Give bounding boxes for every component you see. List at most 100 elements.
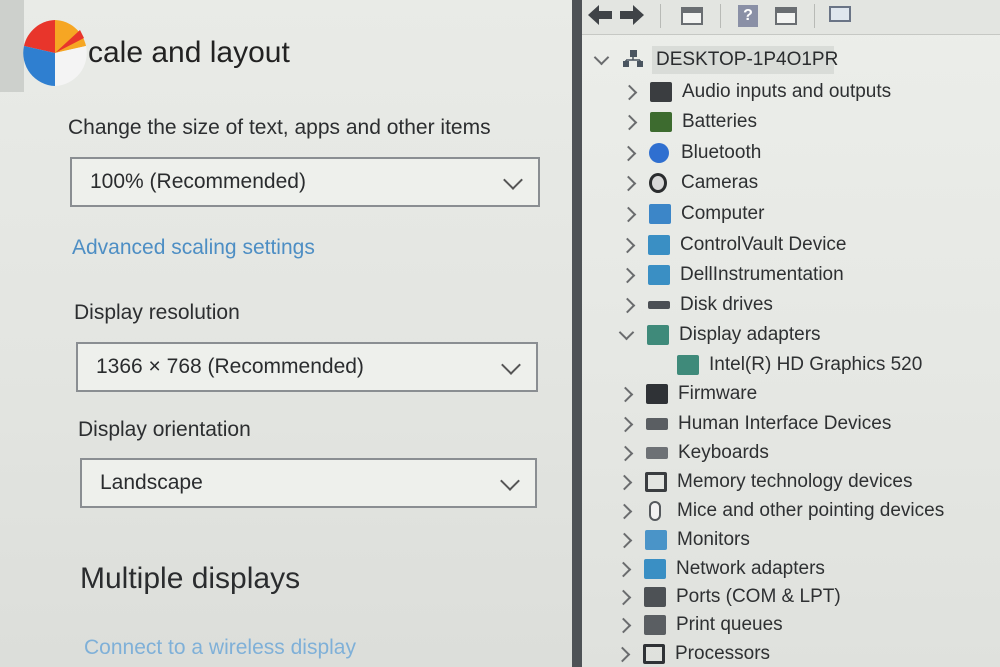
chevron-down-icon <box>503 170 523 190</box>
tree-category[interactable]: Firmware <box>582 380 1000 408</box>
tree-category[interactable]: Display adapters <box>582 321 1000 349</box>
properties-panel-icon[interactable] <box>678 2 706 28</box>
tree-category[interactable]: Network adapters <box>582 555 1000 583</box>
expander-right-icon[interactable] <box>620 175 637 192</box>
display-settings-pane: cale and layout Change the size of text,… <box>0 0 572 667</box>
expander-right-icon[interactable] <box>619 267 636 284</box>
tree-item-label: Ports (COM & LPT) <box>676 586 841 607</box>
tree-category[interactable]: Print queues <box>582 611 1000 639</box>
tree-item-label: Monitors <box>677 529 750 550</box>
expander-right-icon[interactable] <box>620 206 637 223</box>
tree-item-label: Network adapters <box>676 558 825 579</box>
monitor-icon <box>645 530 667 550</box>
printer-icon <box>644 615 666 635</box>
expander-right-icon[interactable] <box>616 474 633 491</box>
tree-item-label: Firmware <box>678 383 758 404</box>
orientation-dropdown[interactable]: Landscape <box>80 458 537 508</box>
hid-icon <box>646 418 668 430</box>
expander-right-icon[interactable] <box>621 114 638 131</box>
scale-dropdown[interactable]: 100% (Recommended) <box>70 157 540 207</box>
multiple-displays-heading: Multiple displays <box>80 562 301 595</box>
tree-category[interactable]: Batteries <box>582 108 1000 136</box>
resolution-label: Display resolution <box>74 301 240 324</box>
app-logo-icon <box>23 20 87 86</box>
window-divider <box>572 0 582 667</box>
back-icon[interactable] <box>586 2 614 28</box>
wireless-display-link[interactable]: Connect to a wireless display <box>84 636 356 660</box>
toolbar-separator <box>720 4 721 28</box>
expander-right-icon[interactable] <box>620 145 637 162</box>
bluetooth-icon <box>649 143 669 163</box>
tree-category[interactable]: Bluetooth <box>582 139 1000 167</box>
toolbar-separator <box>660 4 661 28</box>
tree-category[interactable]: Monitors <box>582 526 1000 554</box>
tree-category[interactable]: Memory technology devices <box>582 468 1000 496</box>
expander-right-icon[interactable] <box>617 416 634 433</box>
expander-right-icon[interactable] <box>615 617 632 634</box>
forward-icon[interactable] <box>618 2 646 28</box>
tree-item-label: Batteries <box>682 111 757 132</box>
battery-icon <box>650 112 672 132</box>
expander-down-icon[interactable] <box>618 324 635 341</box>
expander-right-icon[interactable] <box>615 589 632 606</box>
toolbar: ? <box>582 0 1000 35</box>
device-manager-pane: ? DESKTOP-1P4O1PR Audio inputs and outpu… <box>582 0 1000 667</box>
tree-category[interactable]: Computer <box>582 200 1000 228</box>
view-panel-icon[interactable] <box>772 2 800 28</box>
speaker-icon <box>650 82 672 102</box>
scan-hardware-icon[interactable] <box>826 2 854 28</box>
tree-item-label: Computer <box>681 203 765 224</box>
expander-right-icon[interactable] <box>619 237 636 254</box>
tree-category[interactable]: Human Interface Devices <box>582 410 1000 438</box>
memory-icon <box>645 472 667 492</box>
tree-item-label: Processors <box>675 643 771 664</box>
tree-category[interactable]: Audio inputs and outputs <box>582 78 1000 106</box>
advanced-scaling-link[interactable]: Advanced scaling settings <box>72 236 315 260</box>
tree-device-item[interactable]: Intel(R) HD Graphics 520 <box>582 351 1000 379</box>
expander-right-icon[interactable] <box>621 84 638 101</box>
tree-category[interactable]: Keyboards <box>582 439 1000 467</box>
resolution-dropdown[interactable]: 1366 × 768 (Recommended) <box>76 342 538 392</box>
display-adapter-icon <box>647 325 669 345</box>
tree-category[interactable]: DellInstrumentation <box>582 261 1000 289</box>
port-icon <box>644 587 666 607</box>
scale-label: Change the size of text, apps and other … <box>68 116 491 139</box>
resolution-value: 1366 × 768 (Recommended) <box>96 355 364 378</box>
tree-item-label: Bluetooth <box>681 142 762 163</box>
processor-icon <box>643 644 665 664</box>
expander-right-icon[interactable] <box>617 386 634 403</box>
toolbar-separator <box>814 4 815 28</box>
tree-root[interactable]: DESKTOP-1P4O1PR <box>582 46 1000 74</box>
tree-category[interactable]: Processors <box>582 640 1000 667</box>
chevron-down-icon <box>500 471 520 491</box>
expander-right-icon[interactable] <box>617 445 634 462</box>
tree-item-label: Print queues <box>676 614 783 635</box>
orientation-value: Landscape <box>100 471 203 494</box>
expander-right-icon[interactable] <box>614 646 631 663</box>
tree-item-label: Disk drives <box>680 294 773 315</box>
expander-right-icon[interactable] <box>616 532 633 549</box>
tree-item-label: Display adapters <box>679 324 821 345</box>
mouse-icon <box>649 501 661 521</box>
tree-category[interactable]: Disk drives <box>582 291 1000 319</box>
expander-right-icon[interactable] <box>619 297 636 314</box>
expander-down-icon[interactable] <box>593 49 610 66</box>
camera-icon <box>649 173 667 193</box>
tree-item-label: Memory technology devices <box>677 471 913 492</box>
network-monitor-icon <box>648 235 670 255</box>
help-icon[interactable]: ? <box>734 2 762 28</box>
tree-item-label: Keyboards <box>678 442 769 463</box>
tree-item-label: ControlVault Device <box>680 234 847 255</box>
network-monitor-icon <box>644 559 666 579</box>
root-label: DESKTOP-1P4O1PR <box>656 49 839 70</box>
tree-category[interactable]: Cameras <box>582 169 1000 197</box>
expander-right-icon[interactable] <box>616 503 633 520</box>
chip-icon <box>646 384 668 404</box>
tree-category[interactable]: Ports (COM & LPT) <box>582 583 1000 611</box>
tree-category[interactable]: ControlVault Device <box>582 231 1000 259</box>
scale-value: 100% (Recommended) <box>90 170 306 193</box>
expander-right-icon[interactable] <box>615 561 632 578</box>
tree-category[interactable]: Mice and other pointing devices <box>582 497 1000 525</box>
computer-icon <box>649 204 671 224</box>
computer-root-icon <box>623 50 643 67</box>
